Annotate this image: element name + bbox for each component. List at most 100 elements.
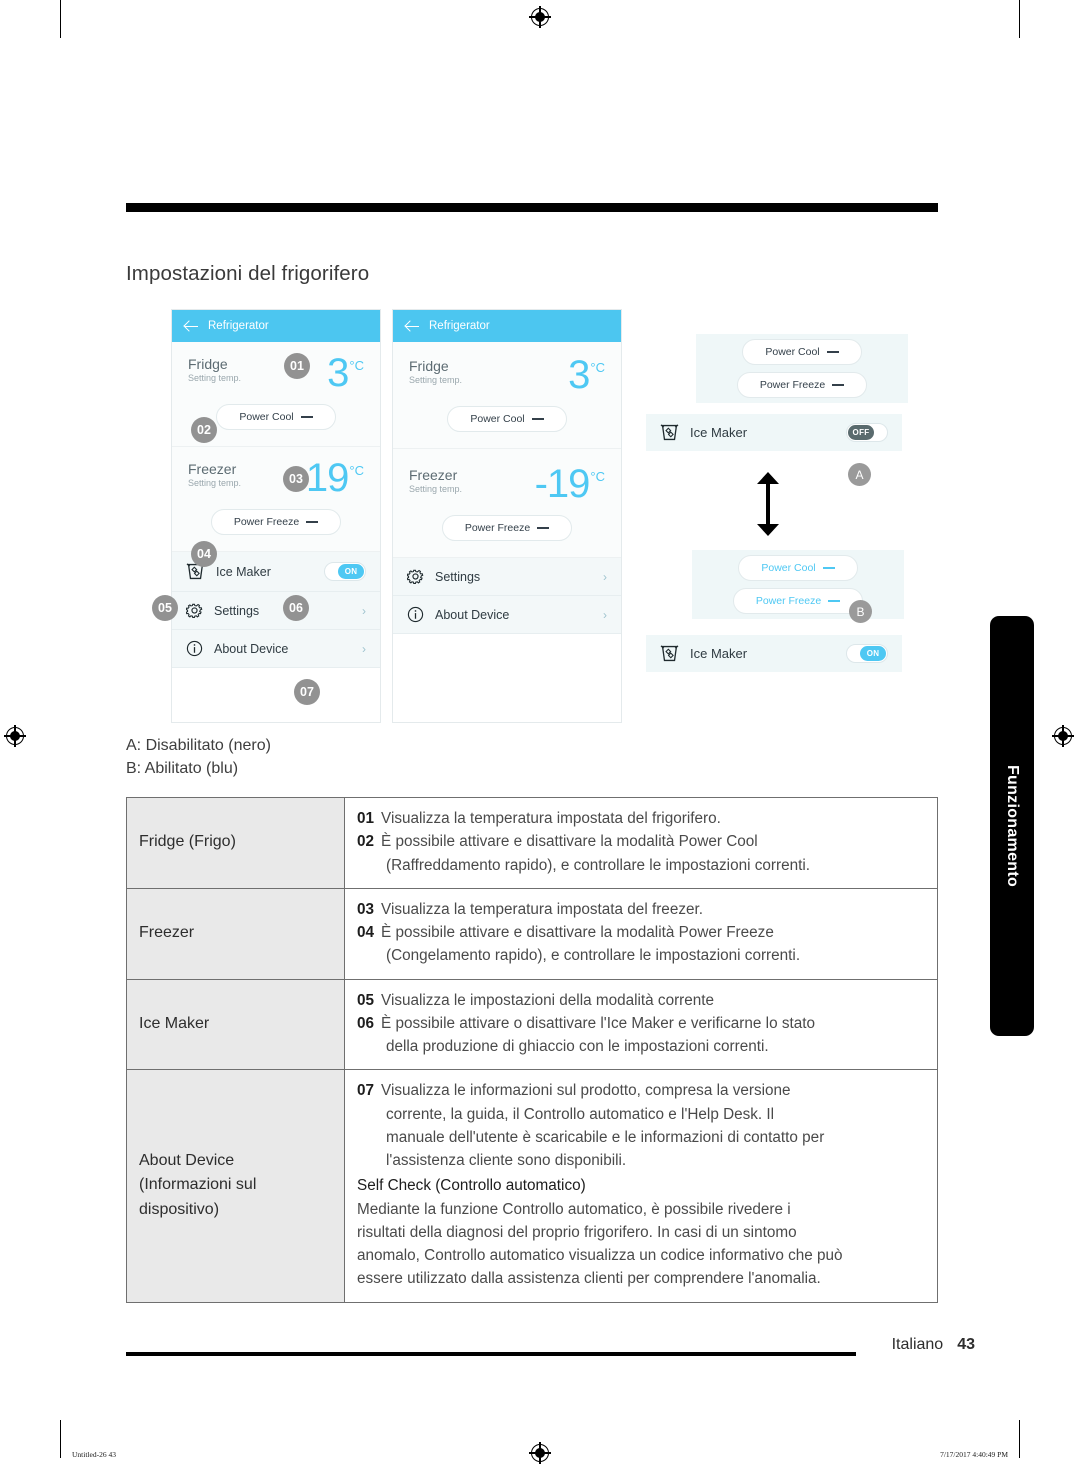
callout-badge-01: 01 [284, 353, 310, 379]
arrow-left-icon[interactable] [184, 319, 199, 334]
freezer-sublabel: Setting temp. [409, 484, 463, 495]
item-number: 04 [357, 924, 375, 941]
freezer-temperature[interactable]: -19 °C [534, 462, 605, 506]
about-device-row[interactable]: About Device › [393, 596, 621, 634]
fridge-temp-value: 3 [327, 351, 349, 395]
table-row: Ice Maker 05 Visualizza le impostazioni d… [126, 978, 938, 1071]
table-row-desc: 01 Visualizza la temperatura impostata de… [344, 797, 938, 889]
table-row: About Device (Informazioni sul dispositi… [126, 1069, 938, 1303]
table-row-name-line3: dispositivo) [139, 1201, 220, 1219]
state-b-ice-maker-row[interactable]: Ice Maker ON [646, 635, 902, 672]
fridge-temp-unit: °C [590, 360, 605, 375]
app-body: Fridge Setting temp. 3 °C Power Cool Fre… [172, 342, 380, 668]
callout-badge-02: 02 [191, 417, 217, 443]
item-text: Visualizza la temperatura impostata del … [381, 900, 703, 918]
power-cool-label: Power Cool [761, 562, 816, 574]
ice-maker-toggle-state: ON [860, 646, 886, 661]
power-freeze-button[interactable]: Power Freeze [210, 509, 342, 535]
registration-mark-right [1052, 725, 1074, 747]
power-cool-button[interactable]: Power Cool [216, 404, 336, 430]
state-a-ice-maker-row[interactable]: Ice Maker OFF [646, 414, 902, 451]
chapter-side-tab-label: Funzionamento [1004, 764, 1021, 888]
state-a-group: Power Cool Power Freeze [696, 334, 908, 403]
item-continuation: (Congelamento rapido), e controllare le … [386, 947, 801, 965]
self-check-body-line: risultati della diagnosi del proprio fri… [357, 1223, 797, 1241]
app-header-title: Refrigerator [429, 320, 490, 332]
ice-maker-toggle[interactable]: ON [846, 644, 888, 663]
state-comparison-diagram: Power Cool Power Freeze Ice Maker OFF A … [640, 330, 940, 690]
freezer-label: Freezer [409, 467, 458, 483]
ice-maker-toggle-state: ON [338, 564, 364, 579]
freezer-temp-unit: °C [590, 469, 605, 484]
fridge-sublabel: Setting temp. [188, 373, 242, 384]
freezer-block: Freezer Setting temp. -19 °C Power Freez… [393, 449, 621, 558]
legend: A: Disabilitato (nero) B: Abilitato (blu… [126, 734, 271, 780]
header-rule [126, 203, 938, 212]
crop-line-bottom-left [60, 1420, 61, 1458]
state-b-pills: Power Cool Power Freeze [692, 550, 904, 619]
state-b-group: Power Cool Power Freeze [692, 550, 904, 619]
table-row-name: Ice Maker [126, 978, 345, 1071]
power-freeze-button[interactable]: Power Freeze [736, 372, 868, 398]
power-cool-button[interactable]: Power Cool [738, 555, 858, 581]
footer-language: Italiano [891, 1336, 944, 1353]
item-text: È possibile attivare e disattivare la mo… [381, 833, 758, 851]
section-title: Impostazioni del frigorifero [126, 262, 370, 285]
fridge-temperature[interactable]: 3 °C [568, 353, 605, 397]
item-text: Visualizza la temperatura impostata del … [381, 810, 721, 827]
print-slug-left: Untitled-26 43 [72, 1450, 116, 1459]
power-freeze-label: Power Freeze [233, 516, 300, 528]
dash-icon [826, 351, 839, 353]
power-freeze-button[interactable]: Power Freeze [732, 588, 864, 614]
app-body: Fridge Setting temp. 3 °C Power Cool Fre… [393, 342, 621, 634]
settings-row[interactable]: Settings › [172, 592, 380, 630]
dash-icon [828, 600, 841, 602]
dash-icon [537, 527, 550, 529]
freezer-sublabel: Setting temp. [188, 478, 242, 489]
dash-icon [832, 384, 845, 386]
item-text: È possibile attivare e disattivare la mo… [381, 924, 774, 941]
table-row-name-line2: (Informazioni sul [139, 1176, 257, 1194]
state-marker-a: A [848, 463, 871, 486]
legend-line-a: A: Disabilitato (nero) [126, 737, 271, 754]
power-cool-button[interactable]: Power Cool [447, 406, 567, 432]
about-device-row[interactable]: About Device › [172, 630, 380, 668]
power-freeze-button[interactable]: Power Freeze [441, 515, 573, 541]
freezer-temp-value: -19 [534, 462, 591, 506]
ice-maker-toggle[interactable]: ON [324, 562, 366, 581]
crop-line-top-left [60, 0, 61, 38]
power-freeze-label: Power Freeze [464, 522, 531, 534]
state-marker-b: B [849, 600, 872, 623]
phone-screen-clean: Refrigerator Fridge Setting temp. 3 °C P [393, 310, 621, 722]
table-row-name: Freezer [126, 887, 345, 980]
fridge-temp-value: 3 [568, 353, 590, 397]
power-freeze-label: Power Freeze [759, 379, 826, 391]
settings-row[interactable]: Settings › [393, 558, 621, 596]
freezer-block: Freezer Setting temp. -19 °C Power Freez… [172, 447, 380, 552]
item-number: 02 [357, 833, 375, 851]
dash-icon [822, 567, 835, 569]
ice-maker-toggle[interactable]: OFF [846, 423, 888, 442]
power-cool-button[interactable]: Power Cool [742, 339, 862, 365]
state-a-pills: Power Cool Power Freeze [696, 334, 908, 403]
power-cool-label: Power Cool [765, 346, 820, 358]
callout-badge-06: 06 [283, 595, 309, 621]
freezer-temp-unit: °C [349, 463, 364, 478]
item-continuation: manuale dell'utente è scaricabile e le i… [386, 1128, 825, 1146]
fridge-label: Fridge [409, 358, 449, 374]
fridge-label: Fridge [188, 356, 228, 372]
dash-icon [300, 416, 313, 418]
item-number: 01 [357, 810, 375, 827]
item-number: 07 [357, 1082, 375, 1100]
self-check-body-line: essere utilizzato dalla assistenza clien… [357, 1270, 821, 1288]
crop-line-bottom-right [1019, 1420, 1020, 1458]
freezer-label: Freezer [188, 461, 237, 477]
fridge-temp-unit: °C [349, 358, 364, 373]
arrow-left-icon[interactable] [405, 319, 420, 334]
table-row-name: About Device (Informazioni sul dispositi… [126, 1069, 345, 1303]
print-slug-right: 7/17/2017 4:40:49 PM [940, 1450, 1008, 1459]
registration-mark-left [4, 725, 26, 747]
chevron-right-icon: › [603, 569, 607, 584]
fridge-temperature[interactable]: 3 °C [327, 351, 364, 395]
crop-line-top-right [1019, 0, 1020, 38]
